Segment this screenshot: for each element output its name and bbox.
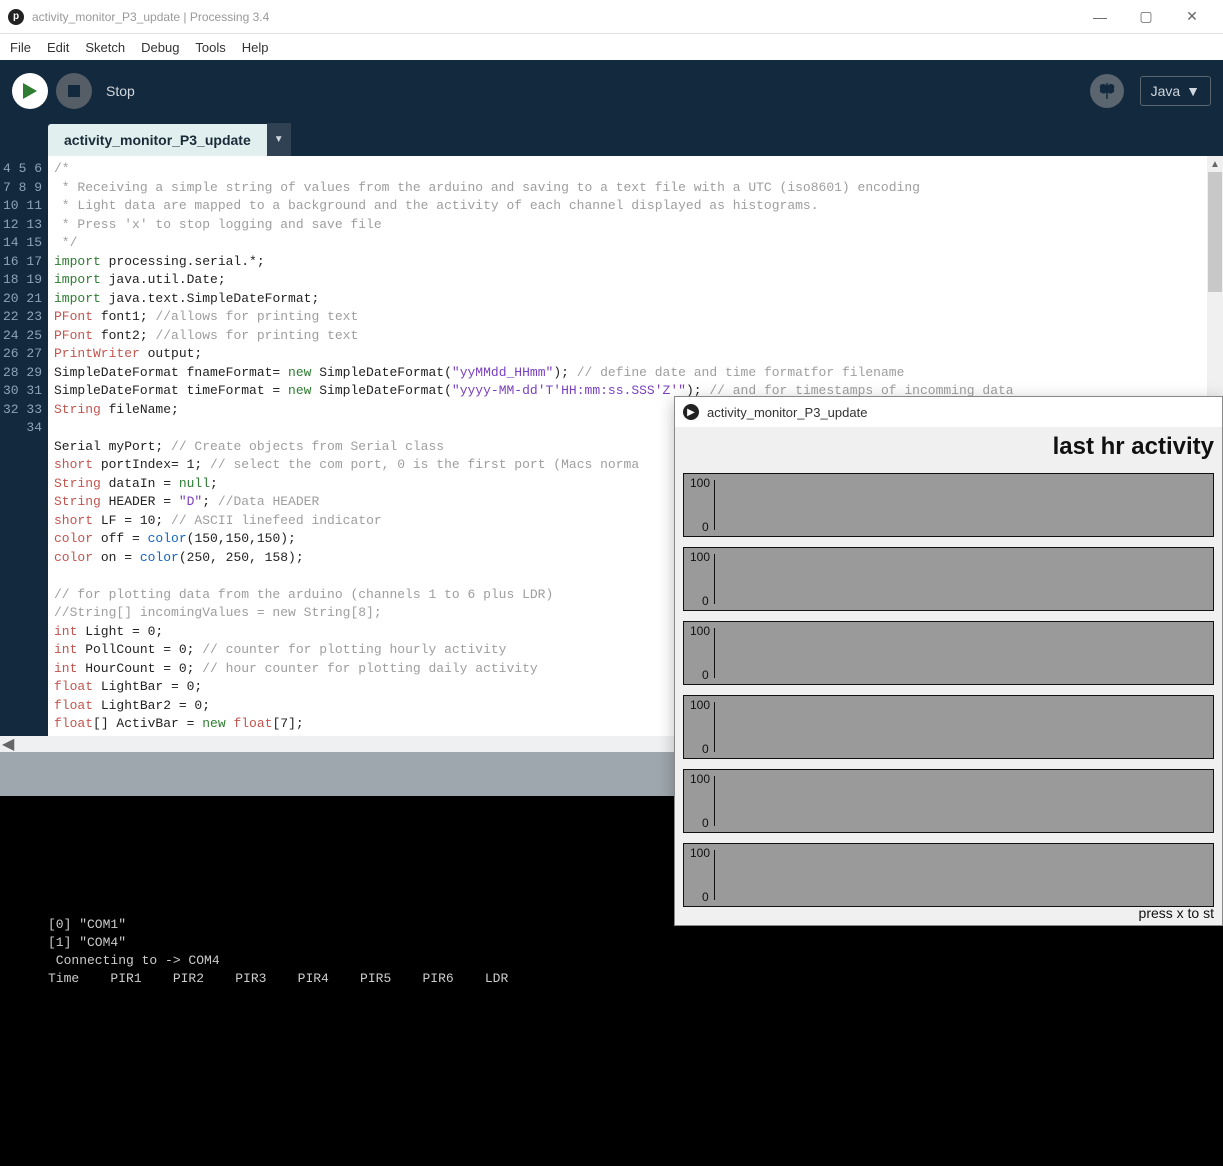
scroll-up-icon[interactable]: ▲ bbox=[1207, 156, 1223, 172]
activity-histogram-2: 100 0 bbox=[683, 547, 1214, 611]
play-icon bbox=[23, 83, 37, 99]
y-axis bbox=[714, 480, 715, 530]
menu-bar: File Edit Sketch Debug Tools Help bbox=[0, 34, 1223, 60]
y-max-label: 100 bbox=[690, 698, 710, 712]
chevron-down-icon: ▼ bbox=[1186, 83, 1200, 99]
stop-label: Stop bbox=[106, 83, 1082, 99]
run-button[interactable] bbox=[12, 73, 48, 109]
sketch-canvas: last hr activity 10001000100010001000100… bbox=[675, 427, 1222, 925]
y-min-label: 0 bbox=[702, 594, 709, 608]
menu-sketch[interactable]: Sketch bbox=[79, 38, 131, 57]
menu-file[interactable]: File bbox=[4, 38, 37, 57]
menu-debug[interactable]: Debug bbox=[135, 38, 185, 57]
scroll-left-icon[interactable]: ◀ bbox=[0, 734, 14, 754]
y-max-label: 100 bbox=[690, 772, 710, 786]
sketch-window[interactable]: ▶ activity_monitor_P3_update last hr act… bbox=[674, 396, 1223, 926]
y-max-label: 100 bbox=[690, 624, 710, 638]
window-titlebar: p activity_monitor_P3_update | Processin… bbox=[0, 0, 1223, 34]
tab-dropdown[interactable]: ▼ bbox=[267, 123, 291, 156]
toolbar: Stop Java ▼ bbox=[0, 60, 1223, 122]
sketch-heading: last hr activity bbox=[675, 427, 1222, 469]
sketch-titlebar[interactable]: ▶ activity_monitor_P3_update bbox=[675, 397, 1222, 427]
mode-label: Java bbox=[1151, 83, 1181, 99]
window-title: activity_monitor_P3_update | Processing … bbox=[32, 10, 1077, 24]
debug-icon[interactable] bbox=[1090, 74, 1124, 108]
menu-help[interactable]: Help bbox=[236, 38, 275, 57]
y-min-label: 0 bbox=[702, 816, 709, 830]
y-axis bbox=[714, 850, 715, 900]
y-min-label: 0 bbox=[702, 890, 709, 904]
activity-histogram-4: 100 0 bbox=[683, 695, 1214, 759]
tab-bar: activity_monitor_P3_update ▼ bbox=[0, 122, 1223, 156]
activity-histogram-6: 100 0 bbox=[683, 843, 1214, 907]
y-max-label: 100 bbox=[690, 550, 710, 564]
scroll-thumb[interactable] bbox=[1208, 172, 1222, 292]
y-min-label: 0 bbox=[702, 668, 709, 682]
y-max-label: 100 bbox=[690, 476, 710, 490]
y-axis bbox=[714, 628, 715, 678]
stop-icon bbox=[68, 85, 80, 97]
y-min-label: 0 bbox=[702, 520, 709, 534]
activity-histogram-3: 100 0 bbox=[683, 621, 1214, 685]
mode-select[interactable]: Java ▼ bbox=[1140, 76, 1211, 106]
sketch-app-icon: ▶ bbox=[683, 404, 699, 420]
maximize-button[interactable]: ▢ bbox=[1123, 2, 1169, 32]
close-button[interactable]: ✕ bbox=[1169, 2, 1215, 32]
y-axis bbox=[714, 554, 715, 604]
y-axis bbox=[714, 702, 715, 752]
butterfly-icon bbox=[1097, 81, 1117, 101]
sketch-title-text: activity_monitor_P3_update bbox=[707, 405, 867, 420]
menu-tools[interactable]: Tools bbox=[189, 38, 231, 57]
tab-active[interactable]: activity_monitor_P3_update bbox=[48, 124, 267, 156]
line-gutter: 4 5 6 7 8 9 10 11 12 13 14 15 16 17 18 1… bbox=[0, 156, 48, 736]
y-axis bbox=[714, 776, 715, 826]
y-min-label: 0 bbox=[702, 742, 709, 756]
menu-edit[interactable]: Edit bbox=[41, 38, 75, 57]
app-icon: p bbox=[8, 9, 24, 25]
sketch-footer-text: press x to st bbox=[1139, 905, 1214, 921]
activity-histogram-1: 100 0 bbox=[683, 473, 1214, 537]
activity-histogram-5: 100 0 bbox=[683, 769, 1214, 833]
stop-button[interactable] bbox=[56, 73, 92, 109]
window-controls: — ▢ ✕ bbox=[1077, 2, 1215, 32]
minimize-button[interactable]: — bbox=[1077, 2, 1123, 32]
y-max-label: 100 bbox=[690, 846, 710, 860]
